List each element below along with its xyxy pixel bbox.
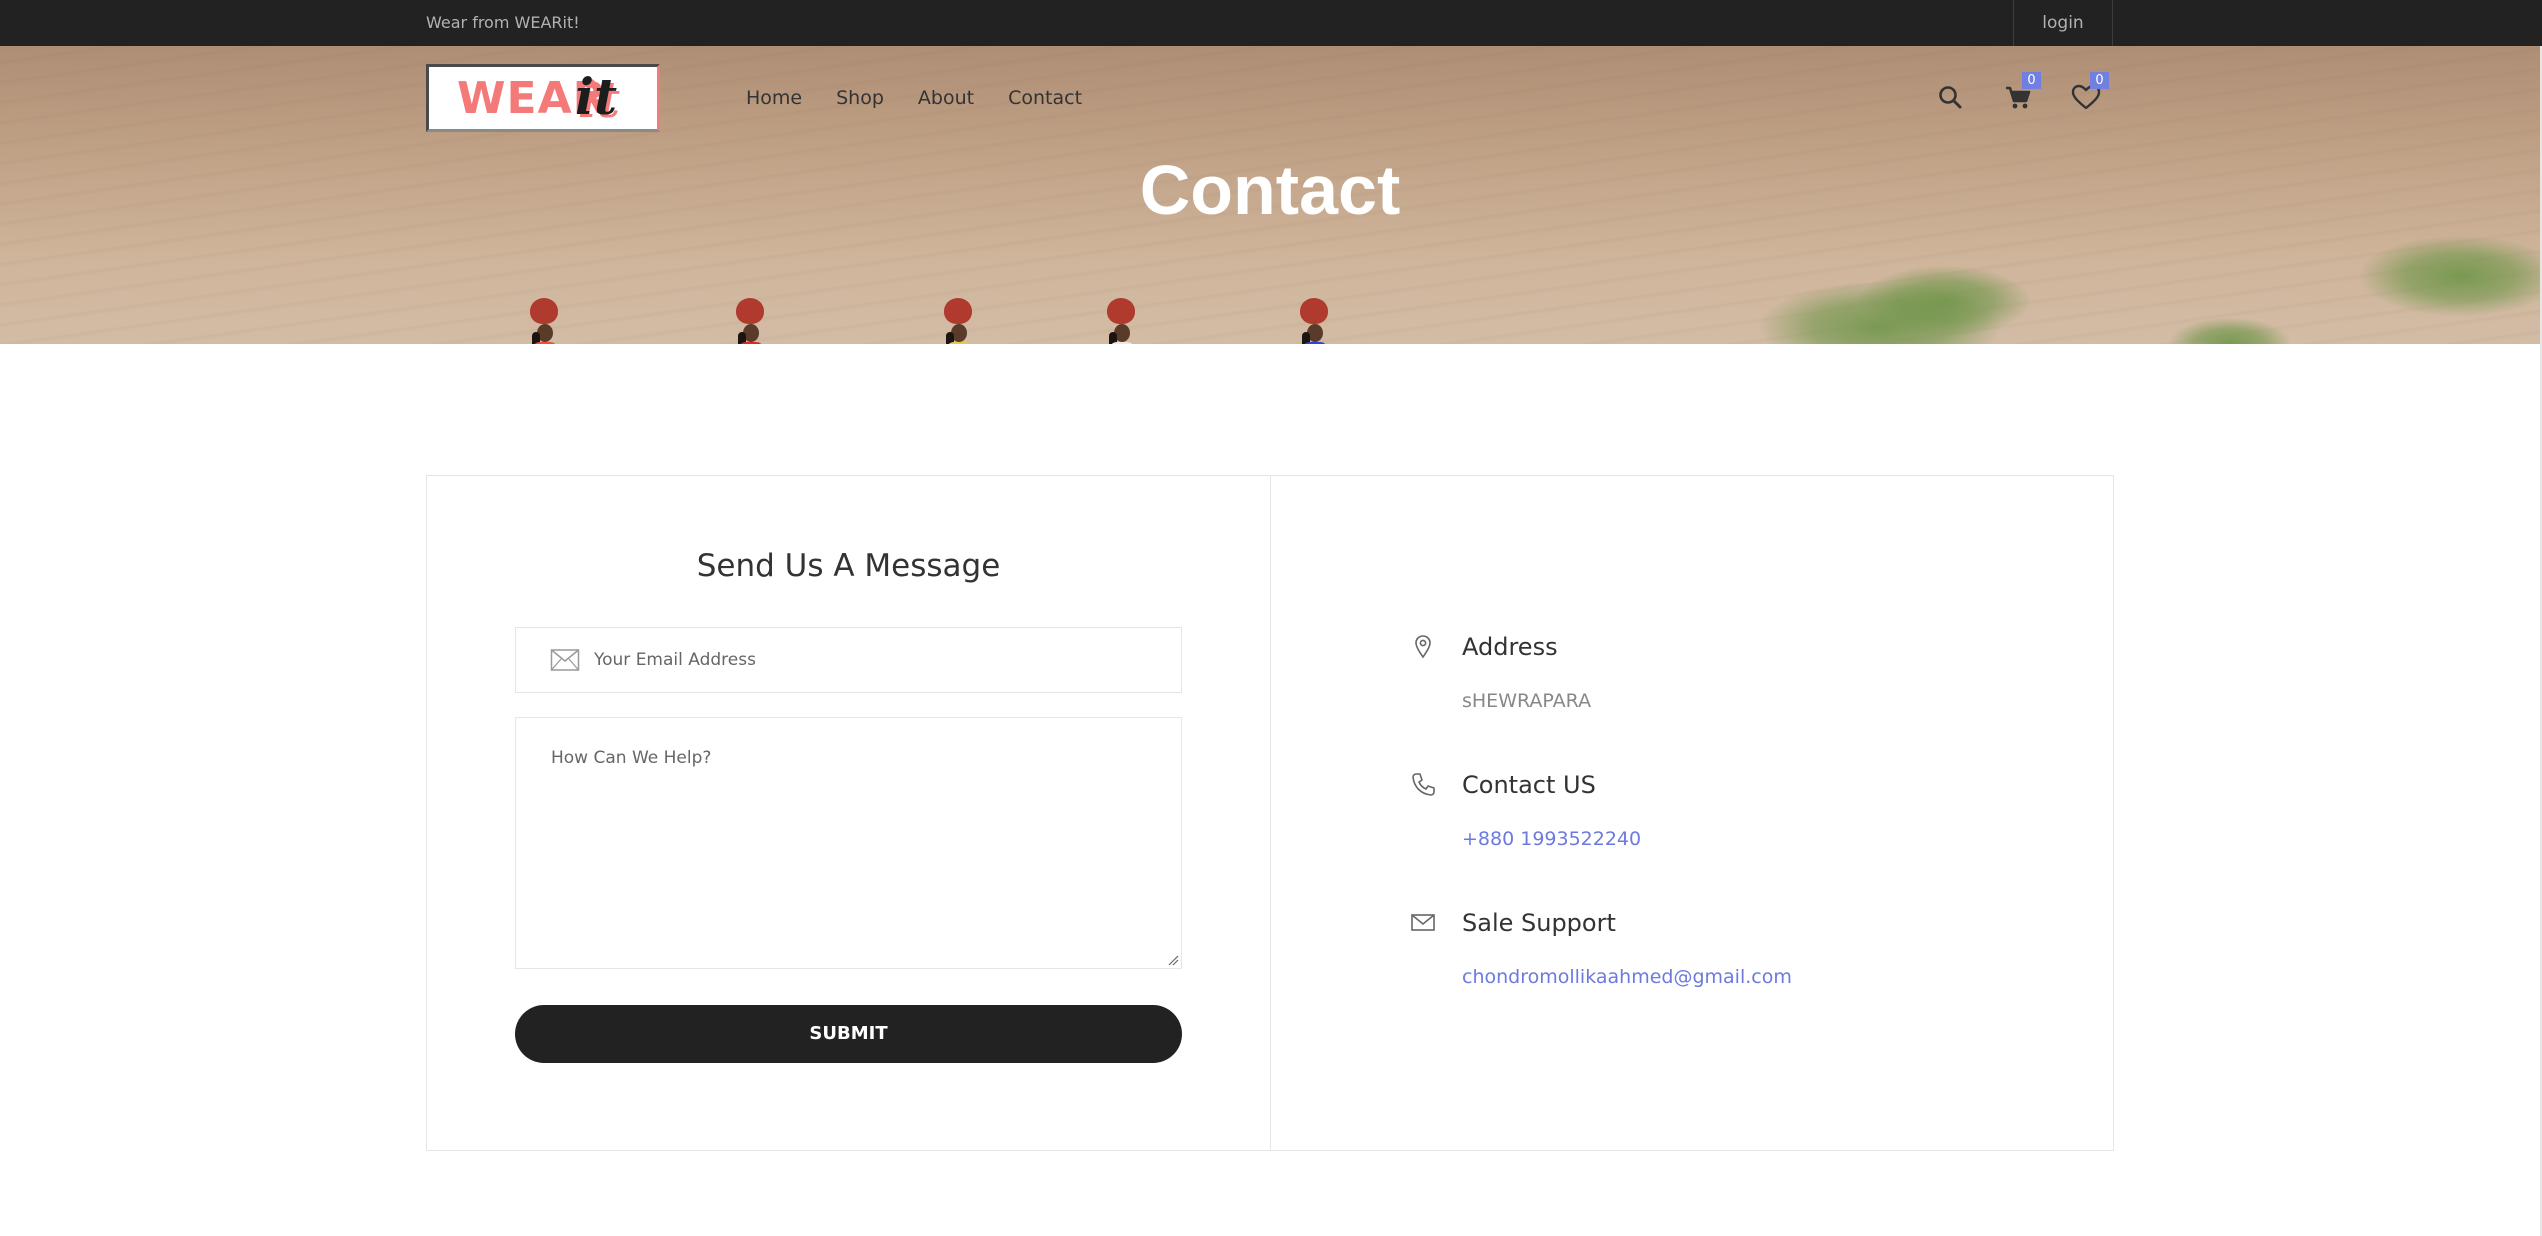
search-icon [1939, 86, 1962, 109]
submit-button[interactable]: SUBMIT [515, 1005, 1182, 1063]
map-pin-icon [1415, 635, 1431, 659]
contact-title: Contact US [1462, 771, 1596, 799]
message-placeholder: How Can We Help? [551, 748, 712, 768]
envelope-icon [550, 649, 580, 671]
contact-card: Send Us A Message Your Email Address How… [426, 475, 2114, 1151]
login-link[interactable]: login [2013, 0, 2113, 46]
form-title: Send Us A Message [696, 548, 1001, 584]
hero-figure [526, 298, 562, 344]
phone-icon [1412, 773, 1435, 796]
cart-button[interactable]: 0 [1998, 72, 2041, 118]
nav-about[interactable]: About [918, 80, 974, 116]
nav-shop[interactable]: Shop [836, 80, 884, 116]
nav-contact[interactable]: Contact [1008, 80, 1082, 116]
address-title: Address [1462, 633, 1558, 661]
phone-link[interactable]: +880 1993522240 [1462, 828, 1641, 850]
hero-shrub [1860, 266, 2030, 336]
search-button[interactable] [1931, 78, 1971, 118]
hero-figure [940, 298, 976, 344]
wishlist-button[interactable]: 0 [2066, 72, 2109, 118]
resize-handle-icon[interactable] [1167, 954, 1179, 966]
nav-home[interactable]: Home [746, 80, 802, 116]
message-textarea[interactable]: How Can We Help? [515, 717, 1182, 969]
main-nav: Home Shop About Contact [746, 80, 1116, 116]
top-bar: Wear from WEARit! login [0, 0, 2542, 46]
address-text: sHEWRAPARA [1462, 690, 1592, 712]
site-logo[interactable]: WEAR it [426, 64, 660, 132]
cart-count-badge: 0 [2022, 72, 2041, 89]
card-divider [1270, 476, 1271, 1150]
email-field[interactable]: Your Email Address [515, 627, 1182, 693]
logo-script: it [575, 67, 618, 126]
email-placeholder: Your Email Address [594, 650, 756, 670]
support-title: Sale Support [1462, 909, 1616, 937]
hero-figure [732, 298, 768, 344]
support-email-link[interactable]: chondromollikaahmed@gmail.com [1462, 966, 1792, 988]
envelope-icon [1411, 914, 1435, 931]
top-bar-tagline: Wear from WEARit! [426, 13, 580, 32]
hero-figure [1296, 298, 1332, 344]
wishlist-count-badge: 0 [2090, 72, 2109, 89]
page-title: Contact [1139, 151, 1401, 229]
hero-figure [1103, 298, 1139, 344]
